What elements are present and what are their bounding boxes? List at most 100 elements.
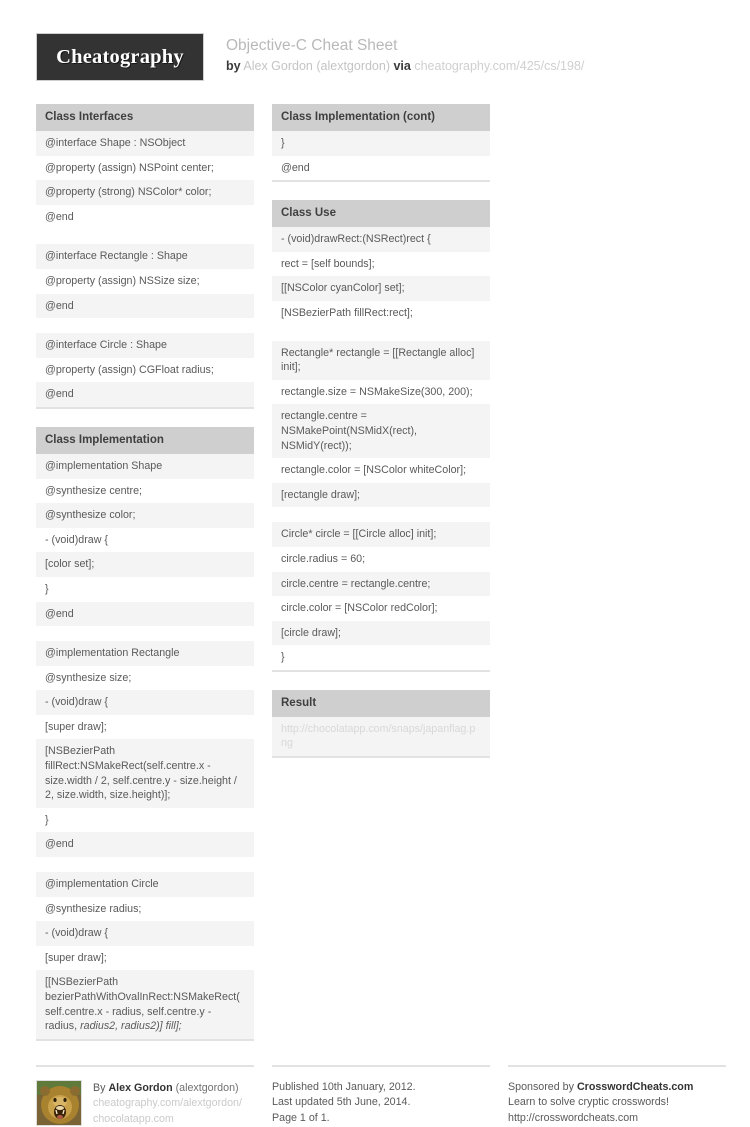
byline-author[interactable]: Alex Gordon (alextgordon) (243, 59, 390, 73)
card-row: [super draw]; (36, 945, 254, 971)
byline-by-label: by (226, 59, 241, 73)
card-row: - (void)drawRect:(NSRect)rect { (272, 227, 490, 252)
byline-url[interactable]: cheatography.com/425/cs/198/ (414, 59, 584, 73)
card-row: @property (assign) NSSize size; (36, 268, 254, 294)
card-row: @synthesize radius; (36, 896, 254, 922)
updated-date: Last updated 5th June, 2014. (272, 1096, 411, 1109)
card-rows: @interface Shape : NSObject @property (as… (36, 131, 254, 409)
footer-sponsor-block: Sponsored by CrosswordCheats.com Learn t… (508, 1064, 726, 1127)
card-row: rectangle.centre = NSMakePoint(NSMidX(re… (272, 404, 490, 459)
page-title: Objective-C Cheat Sheet (226, 37, 398, 54)
card-row: @end (36, 382, 254, 407)
byline-via-label: via (393, 59, 411, 73)
card-title: Class Implementation (36, 426, 254, 454)
card-row: @interface Circle : Shape (36, 333, 254, 358)
card-row: @synthesize centre; (36, 478, 254, 504)
card-row: [[NSBezierPath bezierPathWithOvalInRect:… (36, 970, 254, 1039)
card-row: @interface Shape : NSObject (36, 131, 254, 156)
card-row: rectangle.color = [NSColor whiteColor]; (272, 458, 490, 483)
card-row: circle.centre = rectangle.centre; (272, 571, 490, 597)
card-row: @end (36, 293, 254, 319)
cheat-card: Class Use - (void)drawRect:(NSRect)rect {… (272, 200, 490, 672)
footer-by-label: By (93, 1081, 106, 1094)
card-rows: - (void)drawRect:(NSRect)rect {rect = [s… (272, 227, 490, 672)
page-header: Cheatography Objective-C Cheat Sheet by … (0, 0, 750, 104)
card-row: circle.color = [NSColor redColor]; (272, 596, 490, 621)
card-title: Class Use (272, 200, 490, 228)
card-row: @end (36, 204, 254, 230)
cheat-card: Class Implementation (cont)} @end (272, 104, 490, 183)
card-rows: http://chocolatapp.com/snaps/japanflag.p… (272, 716, 490, 759)
card-row: [NSBezierPath fillRect:rect]; (272, 300, 490, 326)
author-lines: By Alex Gordon (alextgordon) cheatograph… (93, 1080, 242, 1127)
card-row: - (void)draw { (36, 921, 254, 946)
card-row: Rectangle* rectangle = [[Rectangle alloc… (272, 340, 490, 380)
card-row: rect = [self bounds]; (272, 251, 490, 277)
sponsor-name[interactable]: CrosswordCheats.com (577, 1081, 693, 1093)
sponsor-tagline: Learn to solve cryptic crosswords! (508, 1096, 669, 1109)
card-row: @end (272, 155, 490, 181)
row-spacer (36, 318, 254, 334)
result-image-url[interactable]: http://chocolatapp.com/snaps/japanflag.p… (272, 716, 490, 757)
row-spacer (36, 857, 254, 873)
card-row: } (272, 131, 490, 156)
card-row: @implementation Rectangle (36, 641, 254, 666)
card-row: [rectangle draw]; (272, 482, 490, 508)
card-title: Class Implementation (cont) (272, 104, 490, 131)
cheat-card: Class Implementation @implementation Shap… (36, 426, 254, 1041)
cheat-sheet-page: Cheatography Objective-C Cheat Sheet by … (0, 0, 750, 1126)
author-credit: By Alex Gordon (alextgordon) (93, 1081, 242, 1097)
card-row: circle.radius = 60; (272, 546, 490, 572)
avatar (36, 1079, 82, 1126)
page-count: Page 1 of 1. (272, 1111, 330, 1124)
card-row: - (void)draw { (36, 527, 254, 553)
card-row: rectangle.size = NSMakeSize(300, 200); (272, 379, 490, 405)
page-footer: By Alex Gordon (alextgordon) cheatograph… (0, 1064, 750, 1127)
card-row: @property (assign) CGFloat radius; (36, 357, 254, 383)
card-row: } (272, 645, 490, 670)
card-row: @end (36, 601, 254, 627)
footer-author-site[interactable]: chocolatapp.com (93, 1112, 242, 1127)
card-row: @property (assign) NSPoint center; (36, 155, 254, 181)
card-row: } (36, 807, 254, 833)
sponsor-label: Sponsored by (508, 1080, 574, 1093)
logo-text: Cheatography (56, 45, 184, 68)
card-title: Class Interfaces (36, 104, 254, 131)
left-column: Class Interfaces @interface Shape : NSObj… (36, 104, 254, 1059)
row-spacer (36, 626, 254, 642)
byline: by Alex Gordon (alextgordon) via cheatog… (226, 58, 584, 75)
card-row: [[NSColor cyanColor] set]; (272, 276, 490, 301)
card-row: [NSBezierPath fillRect:NSMakeRect(self.c… (36, 739, 254, 808)
footer-publish-block: Published 10th January, 2012. Last updat… (272, 1064, 490, 1127)
card-row: [color set]; (36, 552, 254, 577)
card-row: Circle* circle = [[Circle alloc] init]; (272, 522, 490, 547)
footer-author-block: By Alex Gordon (alextgordon) cheatograph… (36, 1064, 254, 1127)
footer-author-name[interactable]: Alex Gordon (108, 1082, 172, 1094)
card-row: [circle draw]; (272, 620, 490, 646)
card-row: @property (strong) NSColor* color; (36, 180, 254, 205)
card-row: @synthesize size; (36, 665, 254, 691)
card-row: @synthesize color; (36, 503, 254, 528)
row-spacer (272, 325, 490, 341)
sponsor-url[interactable]: http://crosswordcheats.com (508, 1111, 726, 1127)
sponsor-credit: Sponsored by CrosswordCheats.com (508, 1080, 726, 1096)
card-row: @implementation Circle (36, 872, 254, 897)
cheatography-logo[interactable]: Cheatography (36, 33, 204, 81)
cheat-card: Class Interfaces @interface Shape : NSObj… (36, 104, 254, 409)
card-row: @implementation Shape (36, 453, 254, 479)
row-spacer (36, 229, 254, 245)
card-row: [super draw]; (36, 714, 254, 740)
card-row: } (36, 576, 254, 602)
footer-author-url[interactable]: cheatography.com/alextgordon/ (93, 1096, 242, 1112)
row-spacer (272, 507, 490, 523)
published-date: Published 10th January, 2012. (272, 1080, 416, 1093)
card-row: @interface Rectangle : Shape (36, 244, 254, 269)
lion-avatar-icon (37, 1080, 81, 1125)
footer-author-handle: (alextgordon) (175, 1081, 239, 1094)
header-titles: Objective-C Cheat Sheet by Alex Gordon (… (226, 33, 584, 75)
card-rows: } @end (272, 131, 490, 183)
content-columns: Class Interfaces @interface Shape : NSObj… (0, 104, 750, 1059)
right-column: Class Implementation (cont)} @end Class Us… (272, 104, 490, 776)
card-row: - (void)draw { (36, 690, 254, 715)
cheat-card: Result http://chocolatapp.com/snaps/japan… (272, 689, 490, 759)
